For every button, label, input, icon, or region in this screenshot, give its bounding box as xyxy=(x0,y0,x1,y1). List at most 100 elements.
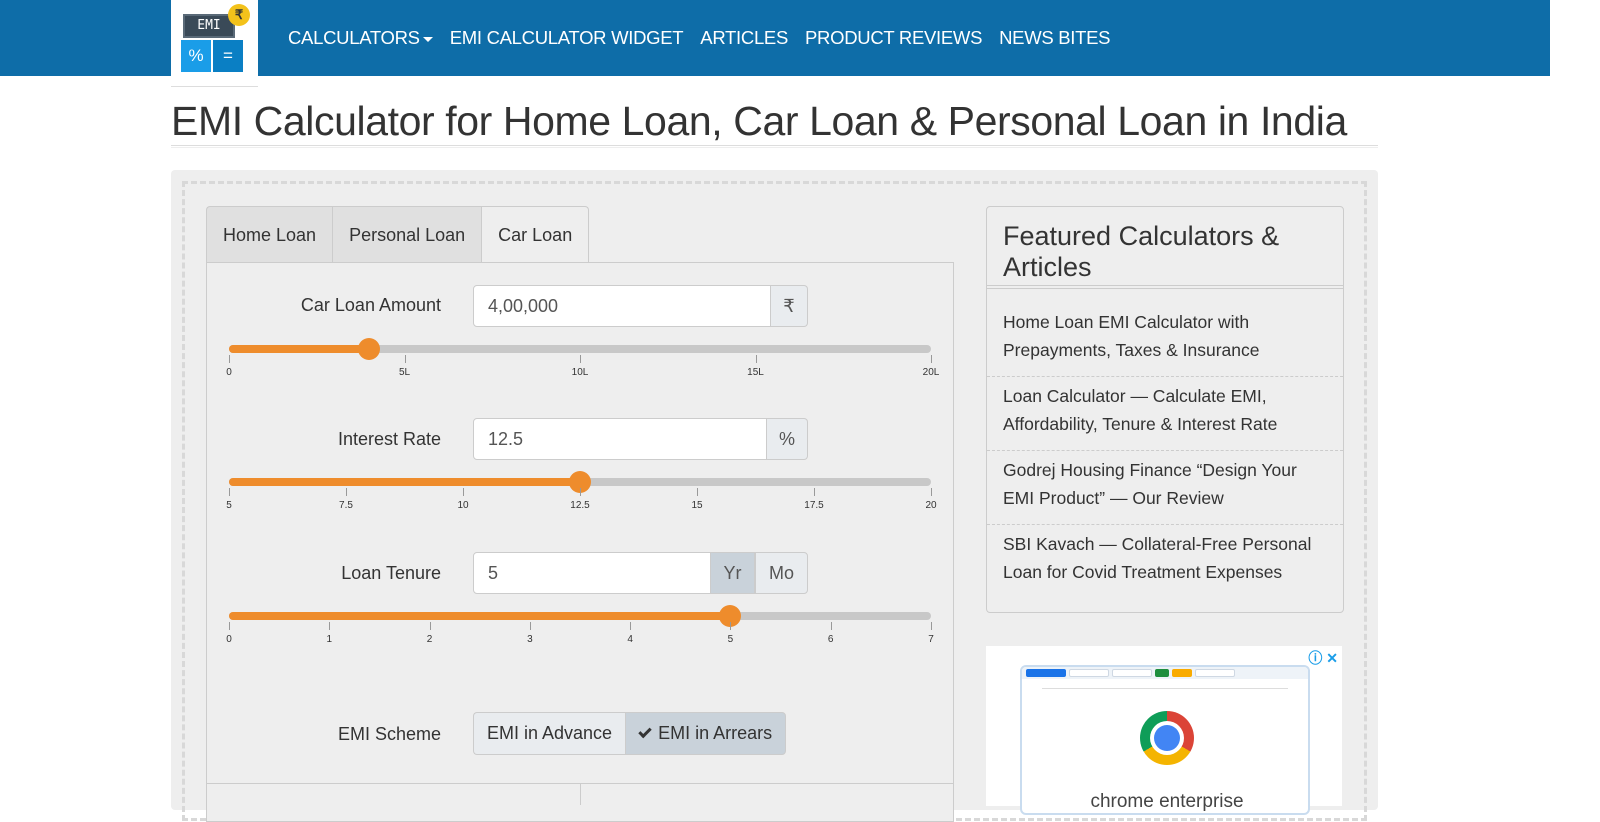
loan-amount-label: Car Loan Amount xyxy=(300,295,441,315)
scale-tick xyxy=(229,488,230,496)
ad-tab-shape xyxy=(1026,669,1066,677)
nav-calculators[interactable]: CALCULATORS xyxy=(288,26,433,50)
scale-tick xyxy=(830,622,832,630)
emi-in-advance-button[interactable]: EMI in Advance xyxy=(473,712,626,755)
featured-heading: Featured Calculators & Articles xyxy=(1003,221,1280,282)
scale-tick xyxy=(755,355,757,363)
featured-link[interactable]: Home Loan EMI Calculator with Prepayment… xyxy=(987,303,1343,377)
loan-amount-slider[interactable] xyxy=(229,338,931,360)
scale-tick xyxy=(346,488,347,496)
scale-tick-label: 7 xyxy=(928,634,934,645)
ad-address-bar xyxy=(1042,681,1288,689)
scale-tick xyxy=(329,622,331,630)
percent-addon: % xyxy=(767,418,808,460)
scale-tick-label: 5 xyxy=(226,500,232,511)
scale-tick xyxy=(580,488,581,496)
scale-tick xyxy=(580,355,581,363)
page-scrollbar[interactable] xyxy=(1550,0,1600,805)
scale-tick-label: 17.5 xyxy=(804,500,824,511)
interest-rate-scale: 5 7.5 10 12.5 15 17.5 20 xyxy=(226,488,937,512)
scale-tick xyxy=(730,622,732,630)
percent-key-icon: % xyxy=(181,40,211,72)
scale-tick xyxy=(229,355,230,363)
scale-tick xyxy=(931,622,932,630)
site-logo[interactable]: EMI ₹ % = xyxy=(171,0,258,87)
scale-tick-label: 20L xyxy=(922,367,940,378)
top-navbar: EMI ₹ % = CALCULATORS EMI CALCULATOR WID… xyxy=(0,0,1550,87)
logo-screen: EMI xyxy=(183,14,235,38)
emi-in-arrears-label: EMI in Arrears xyxy=(658,723,773,743)
scale-tick-label: 15L xyxy=(747,367,764,378)
scale-tick xyxy=(463,488,464,496)
tab-personal-loan[interactable]: Personal Loan xyxy=(332,206,482,263)
loan-amount-input[interactable]: 4,00,000 xyxy=(473,285,771,327)
ad-tab-shape xyxy=(1069,669,1109,677)
main-nav: CALCULATORS EMI CALCULATOR WIDGET ARTICL… xyxy=(288,26,1111,50)
ad-tab-shape xyxy=(1155,669,1169,677)
rupee-badge-icon: ₹ xyxy=(228,4,250,26)
ad-browser-illustration: chrome enterprise xyxy=(1020,665,1310,815)
scale-tick xyxy=(931,488,932,496)
rupee-addon: ₹ xyxy=(771,285,808,327)
tab-car-loan[interactable]: Car Loan xyxy=(481,206,590,263)
scale-tick xyxy=(529,622,531,630)
scale-tick-label: 5L xyxy=(398,367,411,378)
ad-tab-shape xyxy=(1172,669,1192,677)
emi-scheme-group: EMI in Advance EMI in Arrears xyxy=(473,712,787,755)
scale-tick-label: 0 xyxy=(226,367,232,378)
interest-rate-input[interactable]: 12.5 xyxy=(473,418,767,460)
scale-tick xyxy=(814,488,815,496)
scale-tick-label: 10 xyxy=(457,500,469,511)
ad-choices-close-icon[interactable]: ⓘ ✕ xyxy=(1308,648,1338,668)
featured-heading-divider xyxy=(987,285,1343,289)
tenure-year-toggle[interactable]: Yr xyxy=(711,552,755,594)
scale-tick-label: 12.5 xyxy=(570,500,590,511)
nav-calculators-label: CALCULATORS xyxy=(288,27,420,48)
interest-rate-slider[interactable] xyxy=(229,471,931,493)
interest-rate-label: Interest Rate xyxy=(337,429,441,449)
interest-rate-slider-fill xyxy=(229,478,580,486)
scale-tick xyxy=(630,622,632,630)
loan-amount-slider-fill xyxy=(229,345,370,353)
loan-type-tabs: Home Loan Personal Loan Car Loan xyxy=(206,206,590,263)
loan-tenure-slider-fill xyxy=(229,612,731,620)
nav-news-bites[interactable]: NEWS BITES xyxy=(999,26,1110,50)
tenure-month-toggle[interactable]: Mo xyxy=(755,552,808,594)
dropdown-caret-icon xyxy=(422,36,433,42)
page-title: EMI Calculator for Home Loan, Car Loan &… xyxy=(171,98,1347,144)
scale-tick-label: 7.5 xyxy=(339,500,353,511)
scale-tick-label: 1 xyxy=(326,634,333,645)
scale-tick-label: 6 xyxy=(827,634,834,645)
emi-in-arrears-button[interactable]: EMI in Arrears xyxy=(625,712,787,755)
scale-tick xyxy=(404,355,406,363)
scale-tick-label: 4 xyxy=(627,634,633,645)
featured-link[interactable]: Loan Calculator — Calculate EMI, Afforda… xyxy=(987,377,1343,451)
ad-headline: chrome enterprise xyxy=(1090,791,1244,812)
scale-tick xyxy=(697,488,698,496)
ad-tab-shape xyxy=(1112,669,1152,677)
featured-link[interactable]: Godrej Housing Finance “Design Your EMI … xyxy=(987,451,1343,525)
nav-emi-calculator-widget[interactable]: EMI CALCULATOR WIDGET xyxy=(450,26,684,50)
ad-tab-shape xyxy=(1195,669,1235,677)
scale-tick-label: 3 xyxy=(527,634,533,645)
featured-link[interactable]: SBI Kavach — Collateral-Free Personal Lo… xyxy=(987,525,1343,599)
nav-articles[interactable]: ARTICLES xyxy=(700,26,788,50)
scale-tick-label: 2 xyxy=(426,634,433,645)
tab-home-loan[interactable]: Home Loan xyxy=(206,206,333,263)
loan-tenure-input[interactable]: 5 xyxy=(473,552,711,594)
title-divider xyxy=(171,145,1378,148)
nav-product-reviews[interactable]: PRODUCT REVIEWS xyxy=(805,26,982,50)
chrome-logo-icon xyxy=(1140,711,1194,765)
check-icon xyxy=(638,724,652,739)
advertisement[interactable]: ⓘ ✕ chrome enterprise xyxy=(986,646,1342,815)
loan-tenure-slider[interactable] xyxy=(229,605,931,627)
scale-tick xyxy=(931,355,932,363)
scale-tick-label: 5 xyxy=(727,634,734,645)
loan-tenure-scale: 0 1 2 3 4 5 6 7 xyxy=(226,622,934,646)
scale-tick-label: 20 xyxy=(925,500,937,511)
loan-amount-scale: 0 5L 10L 15L 20L xyxy=(226,355,939,379)
featured-list: Home Loan EMI Calculator with Prepayment… xyxy=(987,303,1343,599)
scale-tick xyxy=(429,622,431,630)
featured-calculators-panel: Featured Calculators & Articles Home Loa… xyxy=(986,206,1344,613)
scale-tick-label: 10L xyxy=(571,367,589,378)
